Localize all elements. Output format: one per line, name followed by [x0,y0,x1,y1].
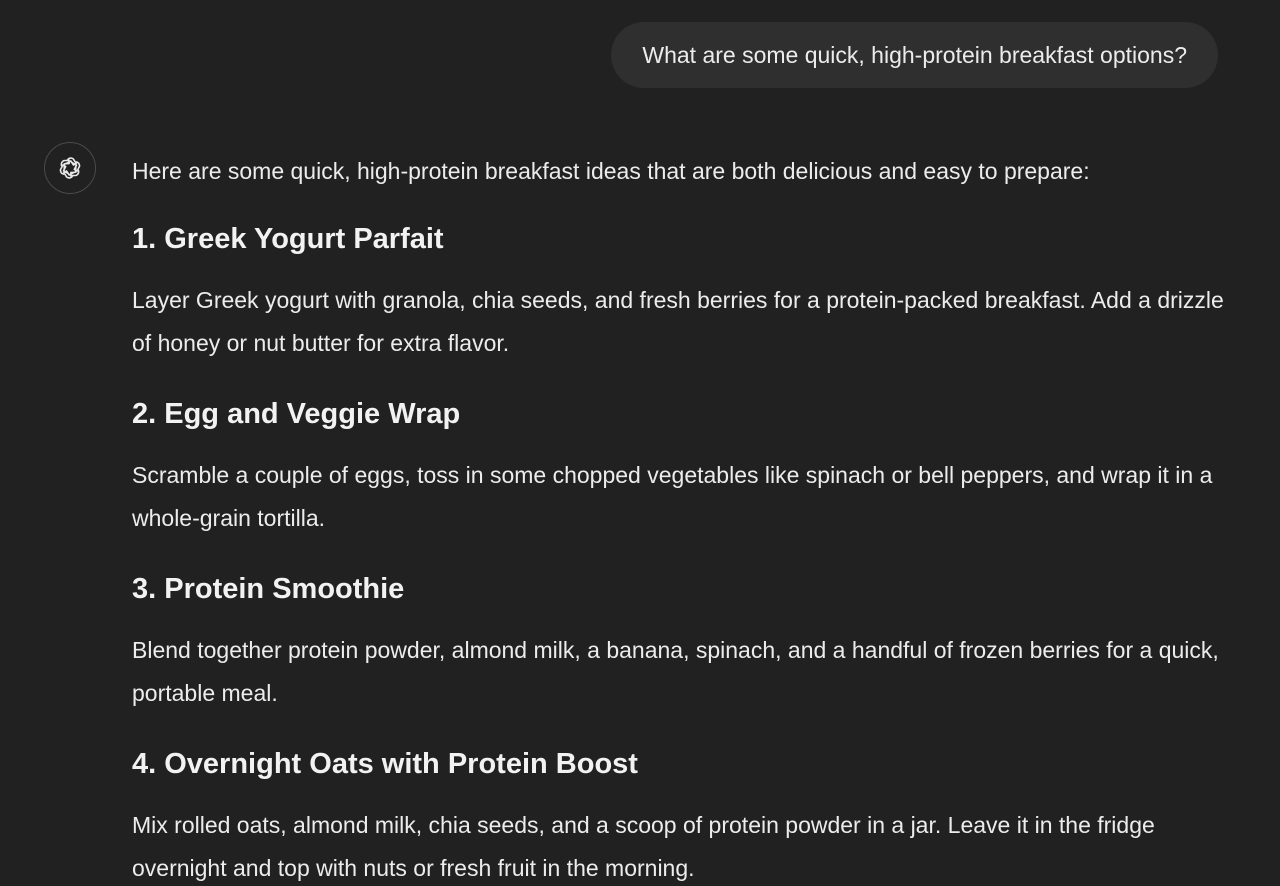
option-description: Mix rolled oats, almond milk, chia seeds… [132,812,1155,881]
breakfast-option: 4. Overnight Oats with Protein Boost Mix… [132,744,1232,886]
option-description: Scramble a couple of eggs, toss in some … [132,462,1213,531]
option-description: Layer Greek yogurt with granola, chia se… [132,287,1224,356]
breakfast-option: 2. Egg and Veggie Wrap Scramble a couple… [132,394,1232,540]
openai-logo-icon [59,157,81,179]
breakfast-option: 3. Protein Smoothie Blend together prote… [132,569,1232,715]
user-message-text: What are some quick, high-protein breakf… [642,41,1187,68]
option-heading: 2. Egg and Veggie Wrap [132,398,461,430]
breakfast-option: 1. Greek Yogurt Parfait Layer Greek yogu… [132,219,1232,365]
assistant-intro: Here are some quick, high-protein breakf… [132,158,1090,184]
option-description: Blend together protein powder, almond mi… [132,637,1219,706]
option-heading: 4. Overnight Oats with Protein Boost [132,748,638,780]
option-heading: 3. Protein Smoothie [132,573,405,605]
assistant-avatar [44,142,96,194]
assistant-message: Here are some quick, high-protein breakf… [132,152,1232,886]
option-heading: 1. Greek Yogurt Parfait [132,223,444,255]
chat-thread: What are some quick, high-protein breakf… [0,0,1280,886]
user-message-bubble: What are some quick, high-protein breakf… [611,22,1218,88]
